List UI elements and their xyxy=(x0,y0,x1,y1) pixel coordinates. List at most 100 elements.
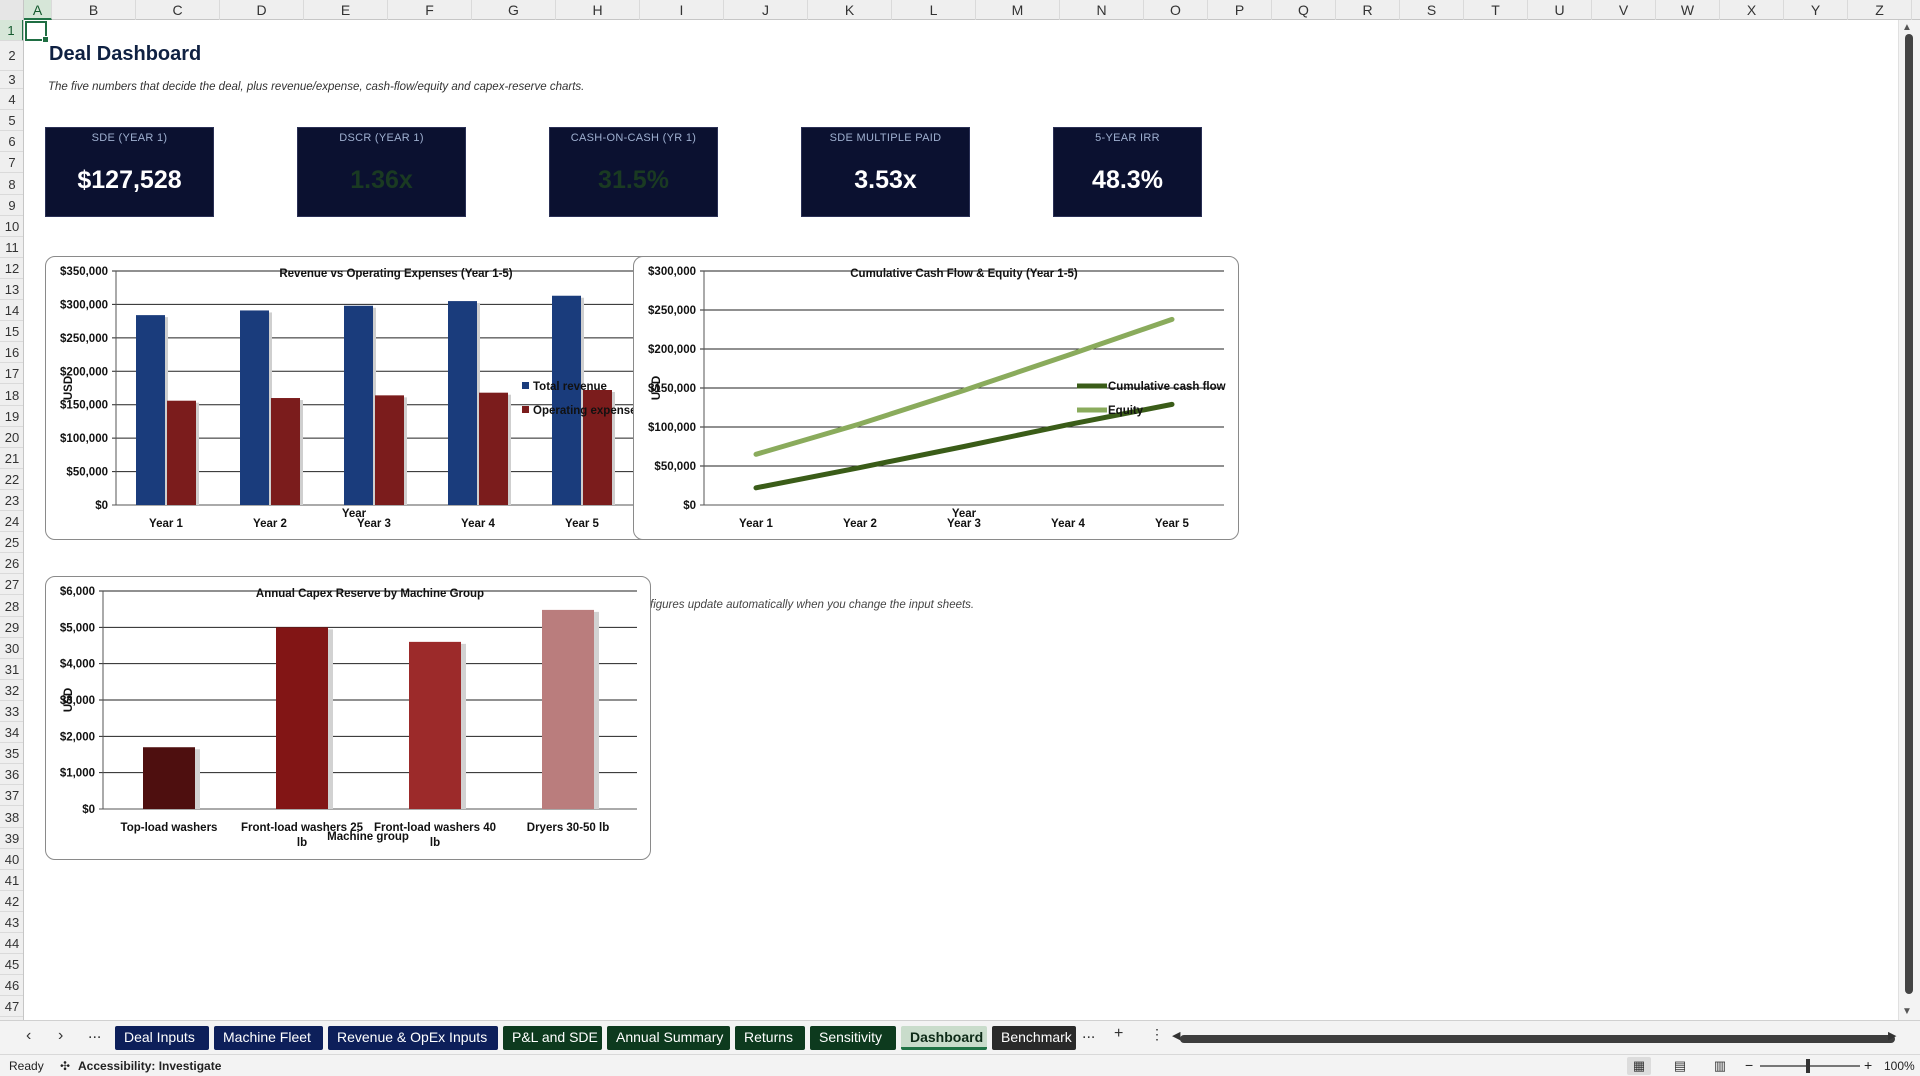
horizontal-scroll-thumb[interactable] xyxy=(1180,1035,1895,1043)
add-sheet-button[interactable]: + xyxy=(1114,1025,1123,1043)
revenue-opex-chart[interactable]: $0 $50,000 $100,000 $150,000 $200,000 $250,00… xyxy=(45,256,650,540)
row-header-32[interactable]: 32 xyxy=(0,680,23,701)
row-header-5[interactable]: 5 xyxy=(0,110,23,132)
row-header-30[interactable]: 30 xyxy=(0,638,23,659)
row-header-10[interactable]: 10 xyxy=(0,216,23,237)
sheet-tab-machine-fleet[interactable]: Machine Fleet xyxy=(214,1026,323,1050)
column-header-c[interactable]: C xyxy=(136,0,220,20)
row-header-21[interactable]: 21 xyxy=(0,448,23,469)
accessibility-icon[interactable]: ✣ xyxy=(60,1059,70,1073)
select-all-corner[interactable] xyxy=(0,0,24,20)
column-header-s[interactable]: S xyxy=(1400,0,1464,20)
kpi-card-sde[interactable]: SDE (YEAR 1) $127,528 xyxy=(45,127,214,217)
column-header-d[interactable]: D xyxy=(220,0,304,20)
row-header-33[interactable]: 33 xyxy=(0,701,23,723)
sheet-tab-annual-summary[interactable]: Annual Summary xyxy=(607,1026,730,1050)
more-sheets-button[interactable]: ... xyxy=(88,1025,101,1043)
row-header-6[interactable]: 6 xyxy=(0,131,23,153)
vertical-scrollbar[interactable]: ▲ ▼ xyxy=(1898,20,1920,1020)
cashflow-equity-chart[interactable]: $0 $50,000 $100,000 $150,000 $200,000 $250,00… xyxy=(633,256,1239,540)
row-header-1[interactable]: 1 xyxy=(0,20,23,42)
row-header-34[interactable]: 34 xyxy=(0,722,23,744)
column-header-g[interactable]: G xyxy=(472,0,556,20)
column-header-r[interactable]: R xyxy=(1336,0,1400,20)
column-header-h[interactable]: H xyxy=(556,0,640,20)
column-header-n[interactable]: N xyxy=(1060,0,1144,20)
accessibility-status[interactable]: Accessibility: Investigate xyxy=(78,1059,221,1073)
row-header-37[interactable]: 37 xyxy=(0,785,23,807)
sheet-tab-sensitivity[interactable]: Sensitivity xyxy=(810,1026,896,1050)
scroll-up-icon[interactable]: ▲ xyxy=(1902,22,1912,33)
column-header-b[interactable]: B xyxy=(52,0,136,20)
kpi-card-cash-on-cash[interactable]: CASH-ON-CASH (YR 1) 31.5% xyxy=(549,127,718,217)
row-header-20[interactable]: 20 xyxy=(0,427,23,448)
column-header-e[interactable]: E xyxy=(304,0,388,20)
row-header-11[interactable]: 11 xyxy=(0,237,23,258)
row-header-45[interactable]: 45 xyxy=(0,954,23,976)
row-header-15[interactable]: 15 xyxy=(0,321,23,343)
column-header-w[interactable]: W xyxy=(1656,0,1720,20)
row-header-41[interactable]: 41 xyxy=(0,870,23,891)
row-header-17[interactable]: 17 xyxy=(0,363,23,385)
row-header-31[interactable]: 31 xyxy=(0,659,23,680)
kpi-card-sde-multiple[interactable]: SDE MULTIPLE PAID 3.53x xyxy=(801,127,970,217)
tab-menu-button[interactable]: ⋮ xyxy=(1150,1026,1164,1043)
chevron-left-icon[interactable]: ‹ xyxy=(26,1027,31,1045)
row-header-29[interactable]: 29 xyxy=(0,617,23,638)
scroll-right-icon[interactable]: ▶ xyxy=(1888,1029,1896,1042)
row-header-2[interactable]: 2 xyxy=(0,41,23,72)
column-header-f[interactable]: F xyxy=(388,0,472,20)
row-header-28[interactable]: 28 xyxy=(0,596,23,617)
zoom-out-icon[interactable]: − xyxy=(1745,1057,1753,1073)
sheet-tab-benchmark[interactable]: Benchmark xyxy=(992,1026,1076,1050)
row-header-18[interactable]: 18 xyxy=(0,385,23,406)
selected-cell-a1[interactable] xyxy=(25,21,49,43)
zoom-slider[interactable] xyxy=(1760,1065,1860,1067)
sheet-tab-returns[interactable]: Returns xyxy=(735,1026,805,1050)
row-header-4[interactable]: 4 xyxy=(0,89,23,111)
column-header-m[interactable]: M xyxy=(976,0,1060,20)
sheet-tab-p-l-and-sde[interactable]: P&L and SDE xyxy=(503,1026,602,1050)
row-header-12[interactable]: 12 xyxy=(0,258,23,279)
row-header-43[interactable]: 43 xyxy=(0,912,23,934)
column-header-l[interactable]: L xyxy=(892,0,976,20)
kpi-card-irr[interactable]: 5-YEAR IRR 48.3% xyxy=(1053,127,1202,217)
row-header-3[interactable]: 3 xyxy=(0,71,23,90)
sheet-tab-revenue-opex-inputs[interactable]: Revenue & OpEx Inputs xyxy=(328,1026,498,1050)
row-header-44[interactable]: 44 xyxy=(0,933,23,955)
column-header-k[interactable]: K xyxy=(808,0,892,20)
sheet-tab-deal-inputs[interactable]: Deal Inputs xyxy=(115,1026,209,1050)
row-header-7[interactable]: 7 xyxy=(0,152,23,174)
row-header-35[interactable]: 35 xyxy=(0,743,23,765)
column-header-j[interactable]: J xyxy=(724,0,808,20)
zoom-level[interactable]: 100% xyxy=(1884,1059,1915,1073)
worksheet-grid[interactable]: Deal Dashboard The five numbers that dec… xyxy=(24,20,1898,1020)
column-header-u[interactable]: U xyxy=(1528,0,1592,20)
column-header-a[interactable]: A xyxy=(24,0,52,20)
row-header-25[interactable]: 25 xyxy=(0,532,23,554)
row-header-13[interactable]: 13 xyxy=(0,279,23,301)
row-header-9[interactable]: 9 xyxy=(0,195,23,216)
column-header-i[interactable]: I xyxy=(640,0,724,20)
row-header-8[interactable]: 8 xyxy=(0,174,23,195)
row-header-22[interactable]: 22 xyxy=(0,469,23,490)
column-header-t[interactable]: T xyxy=(1464,0,1528,20)
column-header-o[interactable]: O xyxy=(1144,0,1208,20)
row-header-27[interactable]: 27 xyxy=(0,574,23,596)
row-header-24[interactable]: 24 xyxy=(0,511,23,533)
row-header-14[interactable]: 14 xyxy=(0,300,23,322)
row-header-38[interactable]: 38 xyxy=(0,807,23,828)
row-header-40[interactable]: 40 xyxy=(0,849,23,870)
row-header-16[interactable]: 16 xyxy=(0,342,23,364)
kpi-card-dscr[interactable]: DSCR (YEAR 1) 1.36x xyxy=(297,127,466,217)
capex-reserve-chart[interactable]: $0 $1,000 $2,000 $3,000 $4,000 $5,000 $6,000 An… xyxy=(45,576,651,860)
row-header-26[interactable]: 26 xyxy=(0,553,23,575)
column-header-x[interactable]: X xyxy=(1720,0,1784,20)
tab-overflow-button[interactable]: ... xyxy=(1082,1025,1095,1043)
zoom-in-icon[interactable]: + xyxy=(1864,1057,1872,1073)
column-header-y[interactable]: Y xyxy=(1784,0,1848,20)
page-break-view-icon[interactable]: ▥ xyxy=(1708,1057,1732,1075)
row-header-23[interactable]: 23 xyxy=(0,490,23,512)
row-header-42[interactable]: 42 xyxy=(0,891,23,912)
row-header-39[interactable]: 39 xyxy=(0,828,23,849)
